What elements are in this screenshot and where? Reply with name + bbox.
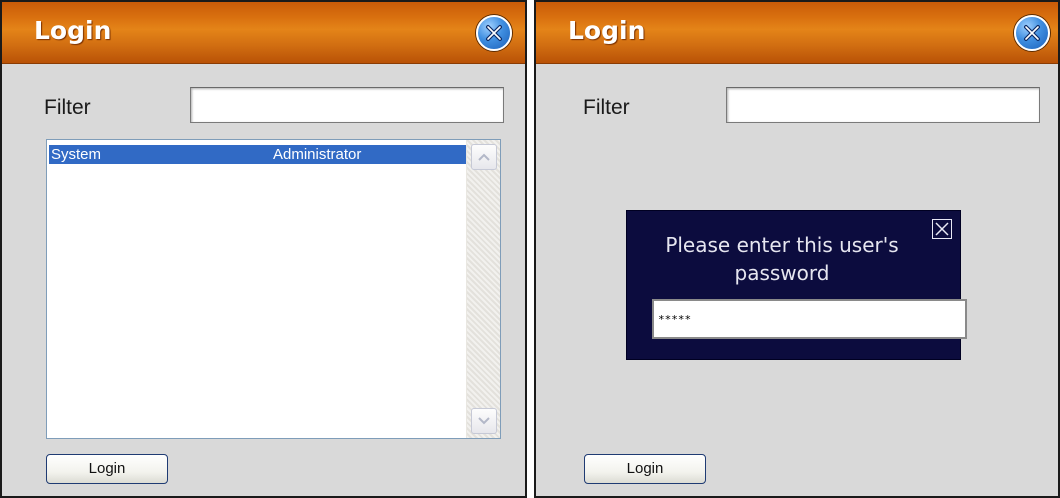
chevron-up-icon (478, 153, 490, 161)
scroll-down-button[interactable] (471, 408, 497, 434)
window-title: Login (568, 16, 646, 45)
user-role: Administrator (273, 146, 362, 163)
user-name: System (51, 146, 102, 163)
close-icon (1024, 25, 1040, 41)
filter-input[interactable] (190, 87, 504, 123)
login-button[interactable]: Login (46, 454, 168, 484)
login-window-right: Login Filter Please enter this user's pa… (534, 0, 1060, 498)
filter-label: Filter (44, 96, 91, 119)
dialog-close-button[interactable] (932, 219, 952, 239)
chevron-down-icon (478, 417, 490, 425)
password-input[interactable] (652, 299, 967, 339)
title-bar: Login (2, 2, 525, 64)
close-button[interactable] (1014, 15, 1050, 51)
login-window-left: Login Filter System Administrator Login (0, 0, 527, 498)
window-title: Login (34, 16, 112, 45)
password-dialog: Please enter this user's password (626, 210, 967, 360)
vertical-scrollbar[interactable] (466, 140, 500, 438)
close-box-icon (935, 222, 949, 236)
list-item-system-administrator[interactable]: System Administrator (49, 145, 467, 164)
title-bar: Login (536, 2, 1058, 64)
close-button[interactable] (476, 15, 512, 51)
filter-label: Filter (583, 96, 630, 119)
login-button[interactable]: Login (584, 454, 706, 484)
scroll-up-button[interactable] (471, 144, 497, 170)
filter-input[interactable] (726, 87, 1040, 123)
close-icon (486, 25, 502, 41)
password-prompt: Please enter this user's password (665, 233, 899, 285)
user-list[interactable]: System Administrator (46, 139, 501, 439)
